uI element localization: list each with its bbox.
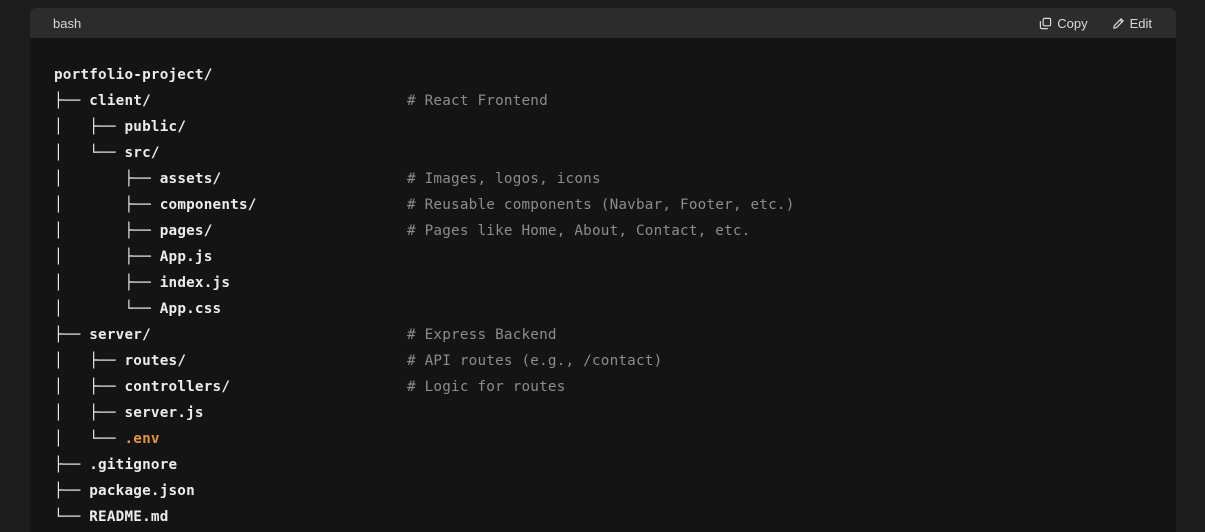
- code-line: │ ├── server.js: [54, 400, 1176, 426]
- page-background: bash Copy Edit portfolio-project/ ├── cl…: [0, 0, 1205, 532]
- file-name: controllers/: [124, 379, 231, 395]
- code-line: │ ├── components/ # Reusable components (…: [54, 192, 1176, 218]
- code-comment: # Logic for routes: [407, 379, 566, 395]
- file-name: public/: [124, 119, 187, 135]
- file-name: package.json: [89, 483, 195, 499]
- code-line: ├── server/ # Express Backend: [54, 322, 1176, 348]
- tree-branch: ├──: [54, 327, 90, 343]
- code-comment: # React Frontend: [407, 93, 548, 109]
- code-content: portfolio-project/ ├── client/ # React Fro…: [30, 38, 1176, 530]
- code-line: │ └── App.css: [54, 296, 1176, 322]
- language-label: bash: [53, 15, 82, 31]
- file-name: server/: [89, 327, 151, 343]
- pencil-icon: [1112, 17, 1124, 29]
- code-line: │ └── src/: [54, 140, 1176, 166]
- file-name: App.css: [159, 301, 222, 317]
- copy-icon: [1040, 17, 1052, 29]
- tree-branch: │ ├──: [54, 353, 125, 369]
- code-line: │ ├── assets/ # Images, logos, icons: [54, 166, 1176, 192]
- file-name: src/: [124, 145, 160, 161]
- code-comment: # Pages like Home, About, Contact, etc.: [407, 223, 751, 239]
- tree-branch: │ └──: [54, 145, 125, 161]
- edit-button[interactable]: Edit: [1112, 16, 1152, 31]
- code-comment: # Images, logos, icons: [407, 171, 601, 187]
- code-comment: # Reusable components (Navbar, Footer, e…: [407, 197, 795, 213]
- edit-label: Edit: [1129, 15, 1152, 31]
- tree-branch: │ ├──: [54, 197, 160, 213]
- code-line: └── README.md: [54, 504, 1176, 530]
- tree-branch: │ └──: [54, 431, 125, 447]
- code-actions: Copy Edit: [1039, 16, 1152, 31]
- file-name: pages/: [159, 223, 213, 239]
- tree-branch: │ ├──: [54, 223, 160, 239]
- code-line: │ ├── index.js: [54, 270, 1176, 296]
- tree-branch: │ ├──: [54, 405, 125, 421]
- tree-branch: ├──: [54, 457, 90, 473]
- file-name: .env: [124, 431, 160, 447]
- copy-button[interactable]: Copy: [1039, 15, 1088, 31]
- code-line: │ └── .env: [54, 426, 1176, 452]
- code-line: │ ├── pages/ # Pages like Home, About, Co…: [54, 218, 1176, 244]
- file-name: .gitignore: [89, 457, 178, 473]
- tree-branch: │ ├──: [54, 249, 160, 265]
- tree-branch: └──: [54, 509, 90, 525]
- code-comment: # Express Backend: [407, 327, 557, 343]
- code-line: ├── client/ # React Frontend: [54, 88, 1176, 114]
- file-name: components/: [159, 197, 257, 213]
- code-line: │ ├── controllers/ # Logic for routes: [54, 374, 1176, 400]
- tree-branch: │ └──: [54, 301, 160, 317]
- file-name: index.js: [159, 275, 231, 291]
- code-line: │ ├── public/: [54, 114, 1176, 140]
- file-name: assets/: [159, 171, 222, 187]
- code-line: ├── .gitignore: [54, 452, 1176, 478]
- tree-branch: │ ├──: [54, 171, 160, 187]
- copy-label: Copy: [1057, 15, 1088, 31]
- file-name: README.md: [89, 509, 169, 525]
- code-line: ├── package.json: [54, 478, 1176, 504]
- tree-branch: │ ├──: [54, 275, 160, 291]
- file-name: App.js: [159, 249, 213, 265]
- tree-branch: ├──: [54, 93, 90, 109]
- code-block-header: bash Copy Edit: [30, 8, 1176, 38]
- tree-branch: ├──: [54, 483, 90, 499]
- code-line: portfolio-project/: [54, 62, 1176, 88]
- code-comment: # API routes (e.g., /contact): [407, 353, 663, 369]
- file-name: server.js: [124, 405, 204, 421]
- code-line: │ ├── routes/ # API routes (e.g., /contac…: [54, 348, 1176, 374]
- code-block: bash Copy Edit portfolio-project/ ├── cl…: [30, 8, 1176, 532]
- code-line: │ ├── App.js: [54, 244, 1176, 270]
- file-name: client/: [89, 93, 151, 109]
- file-name: routes/: [124, 353, 187, 369]
- tree-branch: │ ├──: [54, 119, 125, 135]
- tree-branch: │ ├──: [54, 379, 125, 395]
- file-name: portfolio-project/: [54, 67, 213, 83]
